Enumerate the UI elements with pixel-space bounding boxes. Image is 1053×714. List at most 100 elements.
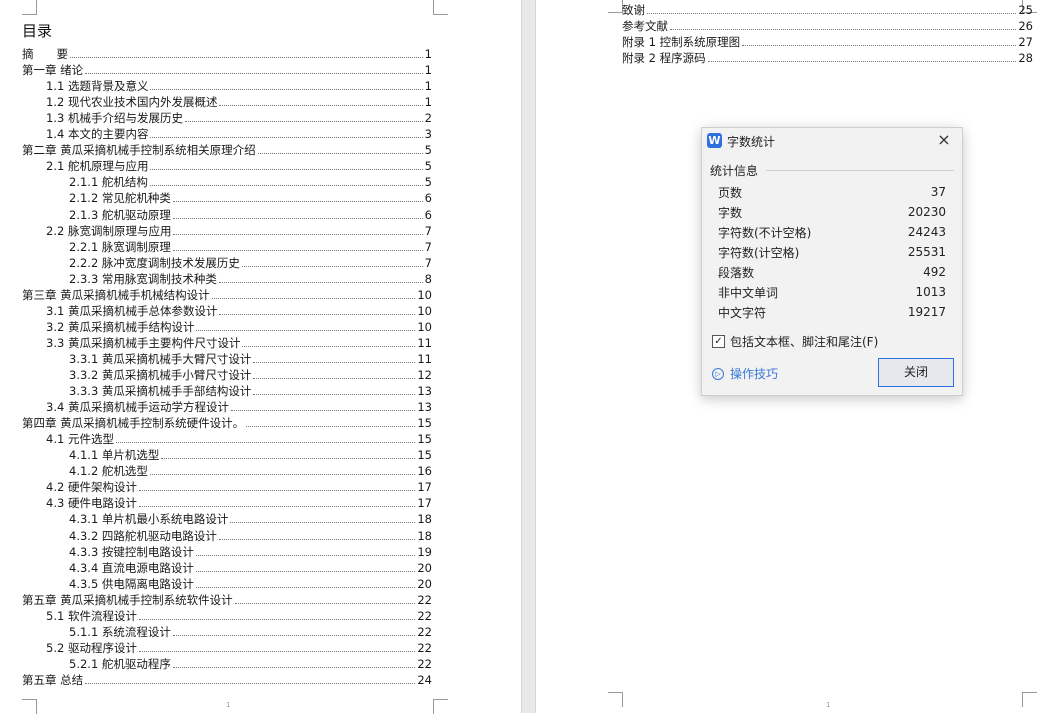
close-icon[interactable]: × — [934, 130, 954, 150]
toc-entry[interactable]: 2.2 脉宽调制原理与应用 7 — [46, 223, 432, 239]
toc-leader-dots — [230, 410, 416, 412]
toc-entry-page: 27 — [1018, 35, 1033, 50]
toc-entry[interactable]: 3.1 黄瓜采摘机械手总体参数设计 10 — [46, 303, 432, 319]
toc-entry[interactable]: 2.1.1 舵机结构 5 — [69, 174, 432, 190]
toc-entry[interactable]: 2.2.2 脉冲宽度调制技术发展历史 7 — [69, 255, 432, 271]
toc-entry[interactable]: 1.1 选题背景及意义 1 — [46, 78, 432, 94]
toc-entry-page: 15 — [417, 448, 432, 463]
toc-entry[interactable]: 附录 2 程序源码 28 — [622, 50, 1033, 66]
toc-entry-page: 5 — [424, 159, 432, 174]
toc-entry-page: 15 — [417, 416, 432, 431]
toc-entry-label: 4.1.2 舵机选型 — [69, 464, 148, 479]
page-number: 1 — [826, 701, 831, 709]
toc-entry-label: 第五章 总结 — [22, 672, 84, 687]
stat-value: 19217 — [907, 305, 946, 319]
toc-entry[interactable]: 附录 1 控制系统原理图 27 — [622, 34, 1033, 50]
toc-entry[interactable]: 5.2 驱动程序设计 22 — [46, 640, 432, 656]
toc-entry-page: 10 — [417, 287, 432, 302]
toc-entry[interactable]: 4.3.5 供电隔离电路设计 20 — [69, 576, 432, 592]
toc-leader-dots — [184, 121, 423, 123]
toc-entry[interactable]: 1.2 现代农业技术国内外发展概述 1 — [46, 94, 432, 110]
toc-entry-label: 4.1 元件选型 — [46, 432, 114, 447]
toc-entry[interactable]: 4.1.1 单片机选型 15 — [69, 447, 432, 463]
toc-entry[interactable]: 第五章 黄瓜采摘机械手控制系统软件设计 22 — [22, 592, 432, 608]
toc-entry[interactable]: 参考文献 26 — [622, 18, 1033, 34]
toc-entry[interactable]: 4.3 硬件电路设计 17 — [46, 495, 432, 511]
stat-label: 字符数(计空格) — [718, 245, 800, 260]
toc-entry-label: 4.3.5 供电隔离电路设计 — [69, 576, 194, 591]
toc-entry[interactable]: 5.1 软件流程设计 22 — [46, 608, 432, 624]
checkbox-label: 包括文本框、脚注和尾注(F) — [730, 335, 879, 349]
toc-entry-label: 3.1 黄瓜采摘机械手总体参数设计 — [46, 303, 218, 318]
toc-entry[interactable]: 第一章 绪论 1 — [22, 62, 432, 78]
toc-entry[interactable]: 1.3 机械手介绍与发展历史 2 — [46, 110, 432, 126]
toc-entry-page: 8 — [424, 271, 432, 286]
toc-entry[interactable]: 第三章 黄瓜采摘机械手机械结构设计 10 — [22, 287, 432, 303]
toc-entry-label: 2.2 脉宽调制原理与应用 — [46, 223, 172, 238]
crop-mark — [608, 692, 623, 707]
toc-entry[interactable]: 第五章 总结 24 — [22, 672, 432, 688]
toc-leader-dots — [85, 73, 423, 75]
toc-entry[interactable]: 4.1.2 舵机选型 16 — [69, 463, 432, 479]
crop-mark — [433, 699, 448, 714]
toc-entry[interactable]: 2.3.3 常用脉宽调制技术种类 8 — [69, 271, 432, 287]
toc-leader-dots — [115, 442, 416, 444]
toc-entry-page: 7 — [424, 239, 432, 254]
toc-leader-dots — [219, 313, 416, 315]
toc-entry[interactable]: 3.4 黄瓜采摘机械手运动学方程设计 13 — [46, 399, 432, 415]
toc-entry[interactable]: 第四章 黄瓜采摘机械手控制系统硬件设计。 15 — [22, 415, 432, 431]
toc-entry[interactable]: 3.3.3 黄瓜采摘机械手手部结构设计 13 — [69, 383, 432, 399]
toc-entry[interactable]: 4.3.2 四路舵机驱动电路设计 18 — [69, 528, 432, 544]
toc-entry[interactable]: 4.3.3 按键控制电路设计 19 — [69, 544, 432, 560]
toc-entry[interactable]: 2.1.2 常见舵机种类 6 — [69, 190, 432, 206]
toc-leader-dots — [241, 265, 423, 267]
toc-entry[interactable]: 3.3.2 黄瓜采摘机械手小臂尺寸设计 12 — [69, 367, 432, 383]
stat-row-paragraphs: 段落数 492 — [718, 262, 946, 282]
toc-entry[interactable]: 1.4 本文的主要内容 3 — [46, 126, 432, 142]
include-textbox-checkbox[interactable]: ✓ — [712, 335, 725, 348]
toc-entry[interactable]: 2.1.3 舵机驱动原理 6 — [69, 207, 432, 223]
dialog-header[interactable]: W 字数统计 × — [702, 128, 962, 154]
stat-label: 字符数(不计空格) — [718, 225, 812, 240]
toc-leader-dots — [172, 249, 423, 251]
toc-entry-label: 3.3.3 黄瓜采摘机械手手部结构设计 — [69, 384, 252, 399]
toc-entry[interactable]: 4.3.4 直流电源电路设计 20 — [69, 560, 432, 576]
toc-entry-page: 17 — [417, 480, 432, 495]
toc-leader-dots — [242, 345, 416, 347]
toc-leader-dots — [150, 89, 423, 91]
toc-entry[interactable]: 2.1 舵机原理与应用 5 — [46, 158, 432, 174]
toc-leader-dots — [195, 570, 416, 572]
toc-entry[interactable]: 4.2 硬件架构设计 17 — [46, 479, 432, 495]
toc-leader-dots — [246, 426, 416, 428]
page-gutter — [521, 0, 536, 713]
toc-entry[interactable]: 3.3.1 黄瓜采摘机械手大臂尺寸设计 11 — [69, 351, 432, 367]
toc-entry-page: 18 — [417, 512, 432, 527]
toc-entry-page: 1 — [424, 63, 432, 78]
toc-entry[interactable]: 4.1 元件选型 15 — [46, 431, 432, 447]
toc-leader-dots — [172, 217, 423, 219]
crop-mark — [608, 0, 623, 13]
toc-entry[interactable]: 2.2.1 脉宽调制原理 7 — [69, 239, 432, 255]
toc-leader-dots — [70, 57, 423, 58]
close-button[interactable]: 关闭 — [878, 358, 954, 387]
toc-entry[interactable]: 5.2.1 舵机驱动程序 22 — [69, 656, 432, 672]
toc-entry-page: 10 — [417, 319, 432, 334]
toc-entry[interactable]: 4.3.1 单片机最小系统电路设计 18 — [69, 511, 432, 527]
toc-entry-label: 4.3.2 四路舵机驱动电路设计 — [69, 528, 217, 543]
toc-entry[interactable]: 3.3 黄瓜采摘机械手主要构件尺寸设计 11 — [46, 335, 432, 351]
toc-entry[interactable]: 5.1.1 系统流程设计 22 — [69, 624, 432, 640]
toc-entry[interactable]: 致谢 25 — [622, 2, 1033, 18]
toc-entry-page: 18 — [417, 528, 432, 543]
toc-leader-dots — [172, 666, 416, 668]
toc-entry-page: 25 — [1018, 3, 1033, 17]
toc-entry[interactable]: 第二章 黄瓜采摘机械手控制系统相关原理介绍 5 — [22, 142, 432, 158]
tips-link[interactable]: ▷ 操作技巧 — [712, 365, 778, 382]
stat-value: 1013 — [915, 285, 946, 299]
include-textbox-footnote-option[interactable]: ✓ 包括文本框、脚注和尾注(F) — [712, 333, 878, 350]
crop-mark — [433, 0, 448, 15]
toc-entry[interactable]: 摘 要 1 — [22, 46, 432, 62]
toc-leader-dots — [670, 29, 1017, 31]
toc-entry[interactable]: 3.2 黄瓜采摘机械手结构设计 10 — [46, 319, 432, 335]
stat-value: 24243 — [907, 225, 946, 239]
toc-entry-label: 4.3.1 单片机最小系统电路设计 — [69, 512, 229, 527]
